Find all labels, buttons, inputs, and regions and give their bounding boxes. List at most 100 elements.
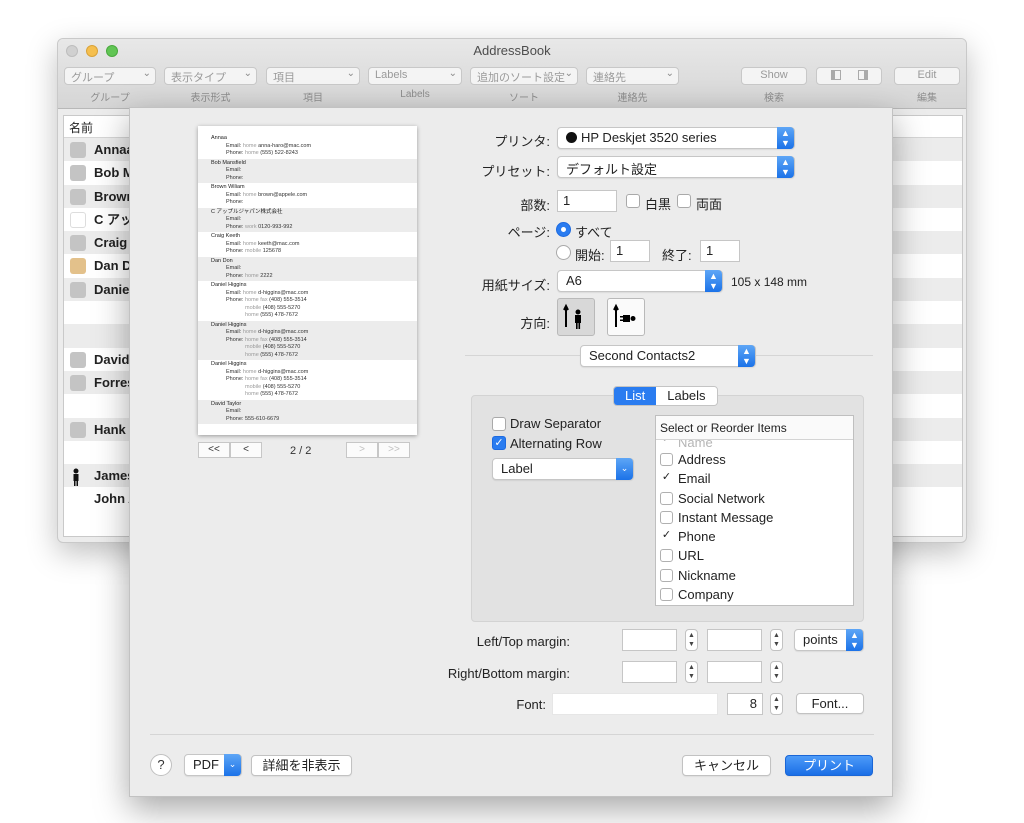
left-margin-field[interactable]: [622, 629, 677, 651]
line-sublabel: home: [242, 289, 257, 296]
cancel-button[interactable]: キャンセル: [682, 755, 771, 776]
checked-checkbox-icon[interactable]: ✓: [660, 440, 673, 447]
checkbox-icon[interactable]: [660, 453, 673, 466]
item-row[interactable]: ✓ Email: [656, 469, 853, 488]
chevron-down-icon: ⌄: [224, 754, 241, 776]
from-field[interactable]: 1: [610, 240, 650, 262]
portrait-button[interactable]: [557, 298, 595, 336]
show-button[interactable]: Show: [741, 67, 807, 85]
item-row[interactable]: Company: [656, 585, 853, 604]
bw-checkbox[interactable]: [626, 194, 640, 208]
line-label: Email:: [226, 142, 242, 149]
item-label: Address: [678, 452, 726, 467]
contact-popup[interactable]: 連絡先 ⌄: [586, 67, 679, 85]
contact-name: Craig: [94, 235, 128, 251]
preview-entry: Brown Wiliam Email: home brown@appele.com…: [198, 183, 417, 208]
item-label: Instant Message: [678, 509, 774, 525]
next-page-button[interactable]: >: [346, 442, 378, 458]
duplex-checkbox[interactable]: [677, 194, 691, 208]
line-label: Phone:: [226, 272, 244, 279]
checkbox-icon[interactable]: [660, 549, 673, 563]
preview-entry-name: Brown Wiliam: [211, 184, 245, 190]
line-sublabel: home fax: [244, 336, 268, 343]
pages-all-radio[interactable]: [556, 222, 571, 237]
top-margin-stepper[interactable]: ▲ ▼: [770, 629, 783, 651]
edit-button[interactable]: Edit: [894, 67, 960, 85]
printer-popup[interactable]: HP Deskjet 3520 series ▲ ▼: [557, 127, 795, 149]
labels-popup[interactable]: Labels ⌄: [368, 67, 462, 85]
checkbox-icon[interactable]: [660, 510, 673, 524]
landscape-button[interactable]: [607, 298, 645, 336]
hide-details-button[interactable]: 詳細を非表示: [251, 755, 352, 776]
contact-name: David: [94, 351, 130, 367]
item-row[interactable]: Social Network: [656, 489, 853, 508]
tab-labels[interactable]: Labels: [656, 387, 717, 405]
item-row[interactable]: Nickname: [656, 566, 853, 585]
copies-field[interactable]: 1: [557, 190, 617, 212]
last-page-button[interactable]: >>: [378, 442, 410, 458]
bottom-margin-stepper[interactable]: ▲ ▼: [770, 661, 783, 683]
draw-separator-checkbox[interactable]: [492, 417, 506, 431]
label-popup[interactable]: Label ⌄: [492, 458, 634, 480]
layout-segmented-control: List Labels: [613, 386, 718, 406]
top-margin-field[interactable]: [707, 629, 762, 651]
pdf-menu-button[interactable]: PDF ⌄: [184, 754, 242, 776]
print-button[interactable]: プリント: [785, 755, 873, 776]
preview-entry-line: home (555) 478-7672: [211, 352, 417, 360]
prev-page-button[interactable]: <: [230, 442, 262, 458]
section-popup[interactable]: Second Contacts2 ▲ ▼: [580, 345, 756, 367]
display-type-popup[interactable]: 表示タイプ ⌄: [164, 67, 257, 85]
right-margin-stepper[interactable]: ▲ ▼: [685, 661, 698, 683]
item-rows: ✓ Name Address ✓ Email Social Network Instant …: [656, 440, 853, 604]
item-popup[interactable]: 項目 ⌄: [266, 67, 360, 85]
item-row[interactable]: Address: [656, 450, 853, 469]
preview-entry-line: Phone: home fax (408) 555-3514: [211, 376, 417, 384]
checked-checkbox-icon[interactable]: ✓: [660, 472, 673, 485]
line-sublabel: mobile: [245, 344, 262, 350]
right-margin-field[interactable]: [622, 661, 677, 683]
sort-popup[interactable]: 追加のソート設定 ⌄: [470, 67, 578, 85]
item-row[interactable]: Instant Message: [656, 508, 853, 527]
checkbox-icon[interactable]: [660, 588, 673, 602]
font-size-field[interactable]: 8: [727, 693, 763, 715]
apple-logo-icon: [70, 211, 86, 228]
avatar: [70, 142, 86, 158]
preset-popup[interactable]: デフォルト設定 ▲ ▼: [557, 156, 795, 178]
preview-entry: Daniel Higgins Email: home d-higgins@mac.…: [198, 281, 417, 321]
group-popup[interactable]: グループ ⌄: [64, 67, 156, 85]
items-list[interactable]: Select or Reorder Items ✓ Name Address ✓ Ema…: [655, 415, 854, 606]
preview-entry-line: Phone: home (555) 522-8243: [211, 150, 417, 158]
font-size-stepper[interactable]: ▲ ▼: [770, 693, 783, 715]
to-field[interactable]: 1: [700, 240, 740, 262]
pages-range-radio[interactable]: [556, 245, 571, 260]
alternating-row-checkbox[interactable]: ✓: [492, 436, 506, 450]
help-button[interactable]: ?: [150, 754, 172, 776]
item-row[interactable]: ✓ Phone: [656, 527, 853, 546]
line-label: Phone:: [226, 174, 244, 181]
first-page-button[interactable]: <<: [198, 442, 230, 458]
preview-entry-line: Phone: home fax (408) 555-3514: [211, 297, 417, 305]
line-label: Email:: [226, 408, 242, 414]
draw-separator-label: Draw Separator: [510, 416, 602, 431]
paper-size-popup[interactable]: A6 ▲ ▼: [557, 270, 723, 292]
font-name-field[interactable]: [552, 693, 718, 715]
checkbox-icon[interactable]: [660, 568, 673, 582]
left-margin-stepper[interactable]: ▲ ▼: [685, 629, 698, 651]
chevron-down-icon: ⌄: [564, 68, 573, 79]
item-popup-value: 項目: [273, 72, 295, 84]
checked-checkbox-icon[interactable]: ✓: [660, 530, 673, 543]
units-popup[interactable]: points ▲ ▼: [794, 629, 864, 651]
item-row[interactable]: ✓ Name: [656, 440, 853, 450]
display-type-popup-value: 表示タイプ: [171, 72, 226, 84]
bottom-margin-field[interactable]: [707, 661, 762, 683]
tab-list[interactable]: List: [614, 387, 657, 405]
preview-entry-name: Dan Don: [211, 257, 233, 264]
font-button[interactable]: Font...: [796, 693, 864, 714]
preset-value: デフォルト設定: [566, 162, 658, 177]
checkbox-icon[interactable]: [660, 491, 673, 505]
view-toggle[interactable]: [816, 67, 882, 85]
preview-entry-line: home (555) 478-7672: [211, 312, 417, 320]
toolbar-label-item: 項目: [303, 93, 323, 104]
item-row[interactable]: URL: [656, 546, 853, 565]
item-label: Company: [678, 587, 734, 603]
